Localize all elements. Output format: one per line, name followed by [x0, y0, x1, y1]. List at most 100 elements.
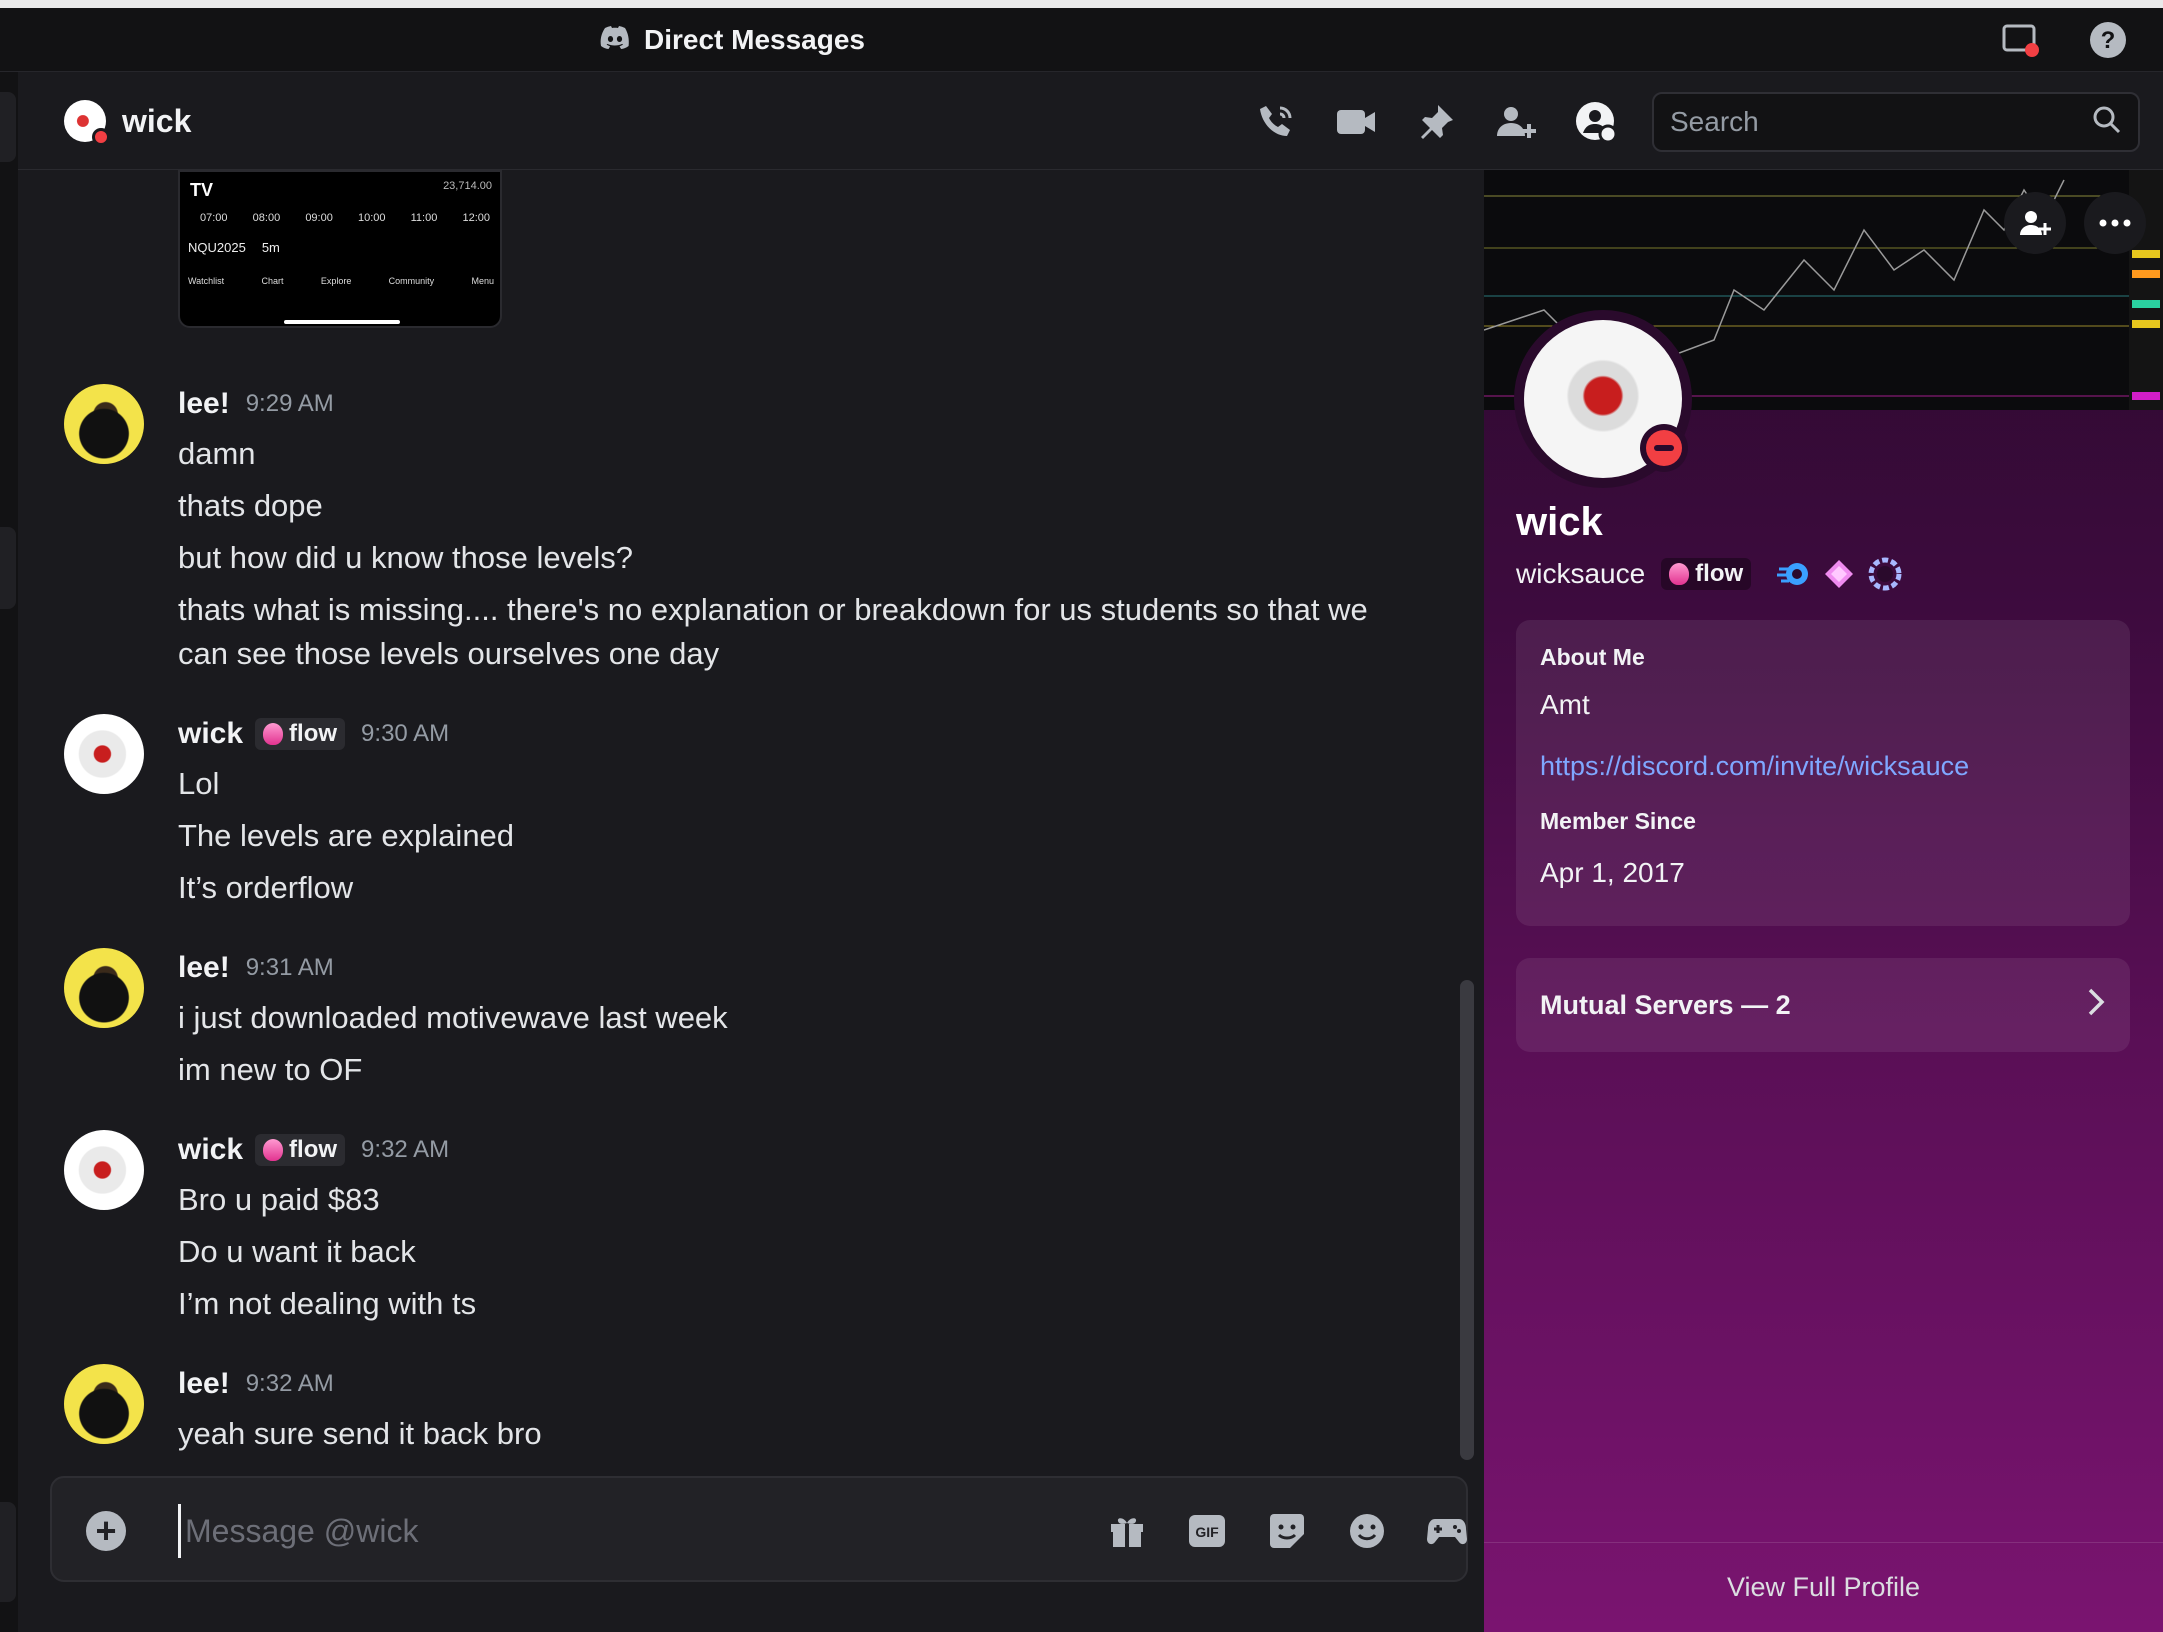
avatar[interactable]	[64, 1364, 144, 1444]
time-tick: 10:00	[357, 212, 386, 224]
message-text: yeah sure send it back bro	[178, 1416, 542, 1451]
username[interactable]: lee!	[178, 387, 230, 421]
add-friend-icon[interactable]	[1492, 98, 1540, 146]
window-title: Direct Messages	[600, 22, 865, 58]
mutual-servers-button[interactable]: Mutual Servers — 2	[1516, 958, 2130, 1052]
avatar	[64, 100, 110, 146]
search-icon	[2092, 105, 2122, 140]
user-profile-panel: wick wicksauce flow About Me Amt https:/…	[1484, 170, 2163, 1632]
about-text: Amt	[1540, 689, 1590, 720]
about-link[interactable]: https://discord.com/invite/wicksauce	[1540, 751, 1969, 781]
guild-tag[interactable]: flow	[1661, 558, 1752, 590]
rail-item[interactable]	[0, 527, 16, 609]
rail-item[interactable]	[0, 1502, 16, 1602]
user-profile-icon[interactable]	[1572, 98, 1620, 146]
boost-badge-icon[interactable]	[1821, 556, 1857, 592]
nitro-badge-icon[interactable]	[1775, 556, 1811, 592]
search-input[interactable]	[1670, 106, 2092, 138]
quest-badge-icon[interactable]	[1867, 556, 1903, 592]
window-title-text: Direct Messages	[644, 24, 866, 55]
view-full-profile-button[interactable]: View Full Profile	[1484, 1542, 2163, 1632]
avatar[interactable]	[64, 1130, 144, 1210]
svg-text:?: ?	[2101, 27, 2116, 54]
message-text: thats what is missing.... there's no exp…	[178, 592, 1368, 671]
dnd-status-icon	[92, 128, 110, 146]
message-text: It’s orderflow	[178, 870, 354, 905]
message-text: The levels are explained	[178, 818, 515, 853]
guild-tag-label: flow	[289, 1136, 338, 1163]
profile-subline: wicksauce flow	[1516, 556, 1903, 592]
view-full-profile-label: View Full Profile	[1726, 1572, 1921, 1602]
profile-display-name: wick	[1516, 500, 1603, 544]
message-text: Lol	[178, 766, 220, 801]
tab-community: Community	[388, 276, 435, 286]
timestamp: 9:30 AM	[361, 720, 450, 747]
sticker-icon[interactable]	[1264, 1508, 1310, 1554]
message-text: I’m not dealing with ts	[178, 1286, 477, 1321]
tab-watchlist: Watchlist	[188, 276, 225, 286]
gem-icon	[1669, 563, 1690, 585]
username[interactable]: lee!	[178, 1367, 230, 1401]
search-box[interactable]	[1652, 92, 2140, 152]
time-tick: 09:00	[305, 212, 333, 224]
message-text: thats dope	[178, 488, 323, 523]
plus-icon[interactable]: +	[86, 1511, 126, 1551]
help-icon[interactable]: ?	[2088, 20, 2128, 60]
message-text: im new to OF	[178, 1052, 363, 1087]
recipient[interactable]: wick	[64, 100, 192, 146]
mutual-servers-label: Mutual Servers — 2	[1540, 989, 1791, 1020]
pin-icon[interactable]	[1412, 98, 1460, 146]
timestamp: 9:29 AM	[245, 390, 334, 417]
guild-tag-label: flow	[1695, 560, 1744, 587]
bottom-tabs: Watchlist Chart Explore Community Menu	[188, 276, 494, 286]
screen-share-icon[interactable]	[2000, 20, 2040, 60]
add-friend-button[interactable]	[2004, 192, 2066, 254]
avatar[interactable]	[64, 384, 144, 464]
avatar[interactable]	[64, 714, 144, 794]
dm-header: wick	[18, 72, 2163, 170]
timestamp: 9:32 AM	[361, 1136, 450, 1163]
profile-avatar[interactable]	[1514, 310, 1692, 488]
video-icon[interactable]	[1332, 98, 1380, 146]
chevron-right-icon	[2086, 986, 2106, 1025]
emoji-icon[interactable]	[1344, 1508, 1390, 1554]
profile-username[interactable]: wicksauce	[1516, 558, 1645, 590]
title-bar: Direct Messages ?	[0, 8, 2163, 72]
message-input[interactable]	[178, 1504, 1078, 1558]
guild-tag[interactable]: flow	[255, 1134, 346, 1166]
chart-screenshot-attachment[interactable]: TV 23,714.00 07:00 08:00 09:00 10:00 11:…	[178, 170, 502, 328]
scrollbar[interactable]	[1460, 980, 1474, 1460]
time-tick: 08:00	[252, 212, 281, 224]
guild-tag-label: flow	[289, 720, 338, 747]
timestamp: 9:32 AM	[245, 1370, 334, 1397]
symbol-row: NQU2025 5m	[188, 240, 280, 255]
svg-text:GIF: GIF	[1195, 1524, 1219, 1540]
time-tick: 11:00	[410, 212, 438, 224]
server-rail	[0, 72, 18, 1632]
message-text: damn	[178, 436, 256, 471]
avatar[interactable]	[64, 948, 144, 1028]
message-list[interactable]: TV 23,714.00 07:00 08:00 09:00 10:00 11:…	[18, 170, 1484, 1460]
activity-icon[interactable]	[1424, 1508, 1470, 1554]
phone-icon[interactable]	[1252, 98, 1300, 146]
time-tick: 07:00	[200, 212, 228, 224]
guild-tag[interactable]: flow	[255, 718, 346, 750]
recipient-name: wick	[122, 102, 192, 139]
tab-explore: Explore	[320, 276, 352, 286]
gift-icon[interactable]	[1104, 1508, 1150, 1554]
username[interactable]: wick	[178, 1133, 243, 1167]
interval-label: 5m	[261, 240, 280, 255]
message-text: Do u want it back	[178, 1234, 416, 1269]
time-axis: 07:00 08:00 09:00 10:00 11:00 12:00	[200, 212, 490, 224]
price-label: 23,714.00	[443, 180, 492, 192]
discord-icon	[600, 24, 630, 56]
message-composer: + GIF	[50, 1476, 1468, 1582]
tab-chart: Chart	[261, 276, 284, 286]
gem-icon	[263, 723, 284, 745]
username[interactable]: lee!	[178, 951, 230, 985]
rail-item[interactable]	[0, 92, 16, 162]
member-since-heading: Member Since	[1540, 808, 1696, 834]
username[interactable]: wick	[178, 717, 243, 751]
gif-icon[interactable]: GIF	[1184, 1508, 1230, 1554]
more-icon[interactable]	[2084, 192, 2146, 254]
